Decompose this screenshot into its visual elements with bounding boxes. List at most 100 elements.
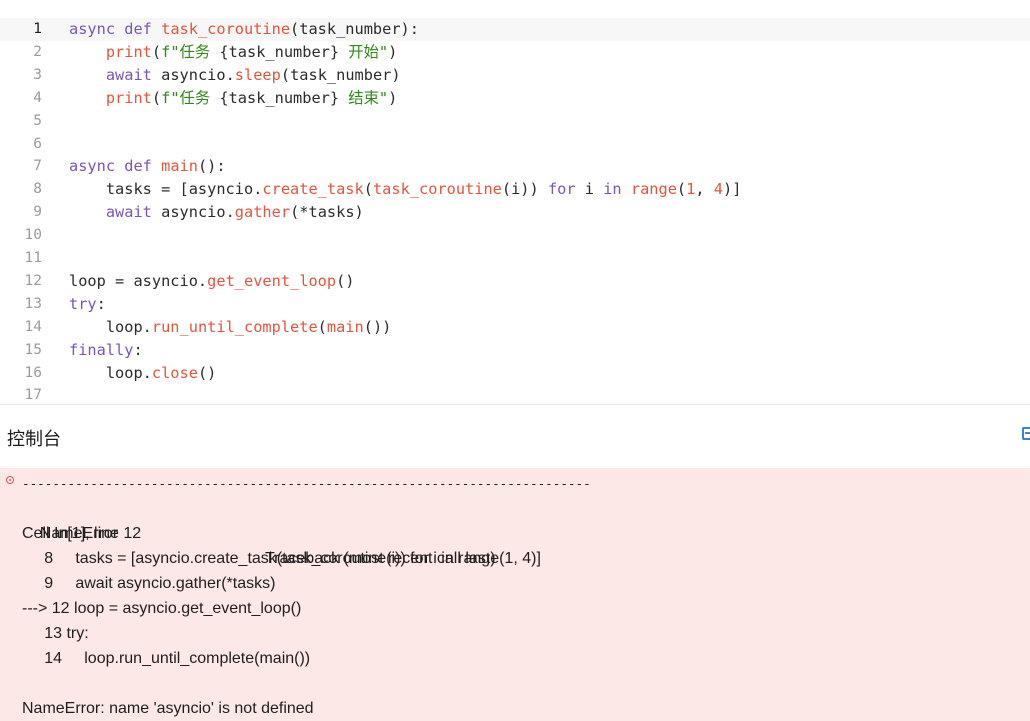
code-token: ) bbox=[388, 42, 398, 61]
console-output: ----------------------------------------… bbox=[0, 468, 1030, 721]
code-token: gather bbox=[234, 203, 291, 222]
code-line[interactable]: 5 bbox=[0, 110, 1030, 133]
line-number: 4 bbox=[33, 89, 42, 106]
code-token: ( bbox=[151, 42, 162, 61]
code-line[interactable]: 3 await asyncio.sleep(task_number) bbox=[0, 64, 1030, 87]
cell-info: Cell In[1], line 12 bbox=[22, 525, 142, 542]
code-token: : bbox=[133, 340, 143, 359]
code-token: , bbox=[695, 180, 714, 199]
code-line[interactable]: 16 loop.close() bbox=[0, 362, 1030, 385]
code-token: await bbox=[105, 203, 162, 222]
code-token: async def bbox=[69, 20, 162, 38]
code-text: tasks = [asyncio.create_task(task_corout… bbox=[69, 178, 742, 201]
code-token: loop. bbox=[69, 317, 152, 336]
line-number: 15 bbox=[24, 341, 42, 358]
line-number: 1 bbox=[33, 21, 42, 37]
code-text: await asyncio.sleep(task_number) bbox=[69, 64, 401, 87]
code-line[interactable]: 1 async def task_coroutine(task_number): bbox=[0, 18, 1030, 41]
line-number: 9 bbox=[33, 204, 42, 221]
code-token: close bbox=[151, 363, 198, 382]
code-token: loop = asyncio. bbox=[69, 271, 208, 290]
code-token: ()) bbox=[363, 317, 392, 336]
code-token: finally bbox=[69, 340, 134, 359]
line-number: 14 bbox=[24, 318, 42, 335]
code-line[interactable]: 15 finally: bbox=[0, 339, 1030, 362]
code-text: print(f"任务 {task_number} 结束") bbox=[69, 87, 397, 110]
code-token: {task_number} bbox=[219, 42, 340, 61]
console-panel-icon[interactable] bbox=[1022, 427, 1030, 440]
code-token: tasks = [asyncio. bbox=[69, 180, 263, 199]
code-line[interactable]: 10 bbox=[0, 224, 1030, 247]
code-token: print bbox=[105, 88, 152, 107]
line-number: 12 bbox=[24, 272, 42, 289]
code-token: 4 bbox=[713, 180, 723, 199]
code-token: for bbox=[547, 180, 576, 199]
line-number: 8 bbox=[33, 181, 42, 198]
traceback-separator: ----------------------------------------… bbox=[22, 476, 591, 491]
code-token: 1 bbox=[686, 180, 696, 199]
trace-line: 8 tasks = [asyncio.create_task(task_coro… bbox=[22, 550, 541, 567]
console-header: 控制台 bbox=[0, 405, 1030, 468]
code-token: () bbox=[336, 271, 355, 290]
trace-line-current: ---> 12 loop = asyncio.get_event_loop() bbox=[22, 600, 302, 617]
code-text: print(f"任务 {task_number} 开始") bbox=[69, 41, 397, 64]
code-line[interactable]: 7 async def main(): bbox=[0, 155, 1030, 178]
code-text: async def main(): bbox=[69, 155, 226, 178]
code-token: 结束" bbox=[339, 88, 389, 107]
code-line[interactable]: 2 print(f"任务 {task_number} 开始") bbox=[0, 41, 1030, 64]
line-number: 17 bbox=[24, 387, 42, 404]
trace-line: 14 loop.run_until_complete(main()) bbox=[22, 650, 311, 667]
trace-line: 13 try: bbox=[22, 625, 89, 642]
code-token: sleep bbox=[234, 65, 281, 84]
code-token: (): bbox=[197, 157, 226, 176]
code-token: (task_number): bbox=[290, 20, 419, 38]
code-token: try bbox=[69, 294, 97, 313]
code-text: loop.close() bbox=[69, 362, 217, 385]
code-token: ) bbox=[388, 88, 398, 107]
code-token: await bbox=[105, 65, 162, 84]
code-text: finally: bbox=[69, 339, 143, 362]
code-line[interactable]: 17 bbox=[0, 384, 1030, 404]
code-line[interactable]: 12 loop = asyncio.get_event_loop() bbox=[0, 270, 1030, 293]
code-token: run_until_complete bbox=[151, 317, 318, 336]
code-text: await asyncio.gather(*tasks) bbox=[69, 201, 364, 224]
line-number: 11 bbox=[24, 250, 42, 266]
code-token: loop. bbox=[69, 363, 152, 382]
code-token: task_coroutine bbox=[161, 20, 291, 38]
code-token: f"任务 bbox=[161, 42, 220, 61]
code-line[interactable]: 11 bbox=[0, 247, 1030, 270]
code-token: main bbox=[161, 157, 198, 176]
code-token: async def bbox=[69, 157, 162, 176]
line-number: 7 bbox=[33, 158, 42, 175]
code-text: async def task_coroutine(task_number): bbox=[69, 18, 419, 41]
code-token: ( bbox=[363, 180, 373, 199]
code-line[interactable]: 14 loop.run_until_complete(main()) bbox=[0, 316, 1030, 339]
code-editor[interactable]: 1 async def task_coroutine(task_number): 2… bbox=[0, 0, 1030, 404]
code-line[interactable]: 13 try: bbox=[0, 293, 1030, 316]
line-number: 10 bbox=[24, 227, 42, 244]
code-line[interactable]: 6 bbox=[0, 133, 1030, 156]
code-line[interactable]: 8 tasks = [asyncio.create_task(task_coro… bbox=[0, 178, 1030, 201]
code-token: asyncio. bbox=[161, 203, 235, 222]
code-token: asyncio. bbox=[161, 65, 235, 84]
code-text: loop = asyncio.get_event_loop() bbox=[69, 270, 355, 293]
code-line[interactable]: 4 print(f"任务 {task_number} 结束") bbox=[0, 87, 1030, 110]
code-token: (i)) bbox=[501, 180, 548, 199]
console-title: 控制台 bbox=[7, 429, 61, 450]
code-token: f"任务 bbox=[161, 88, 220, 107]
line-number: 13 bbox=[24, 295, 42, 312]
error-message: NameError: name 'asyncio' is not defined bbox=[22, 700, 314, 717]
code-token: 开始" bbox=[339, 42, 389, 61]
line-number: 5 bbox=[33, 112, 42, 129]
traceback-header: NameError Traceback (most recent call la… bbox=[22, 496, 722, 567]
code-line[interactable]: 9 await asyncio.gather(*tasks) bbox=[0, 201, 1030, 224]
code-token: print bbox=[105, 42, 152, 61]
code-token: in bbox=[603, 180, 622, 199]
code-token: ( bbox=[151, 88, 162, 107]
code-token: create_task bbox=[262, 180, 364, 199]
code-token: () bbox=[197, 363, 217, 382]
